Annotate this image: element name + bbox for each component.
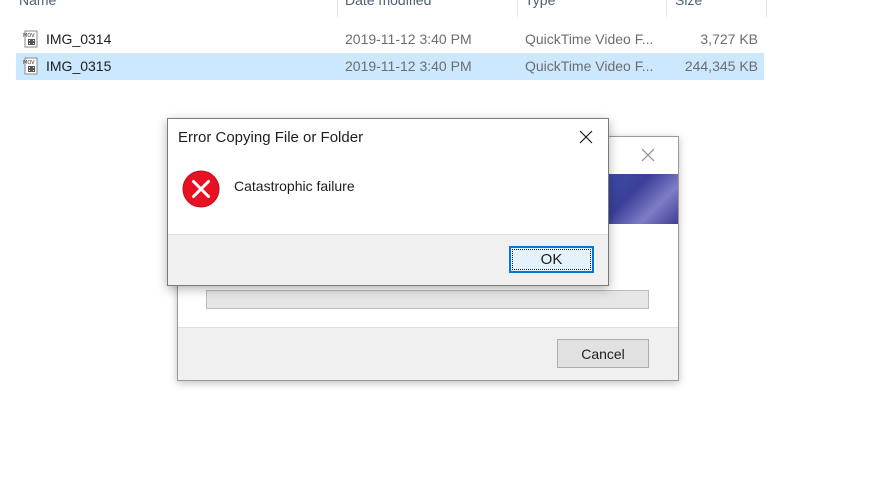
progress-banner xyxy=(600,174,678,224)
error-message: Catastrophic failure xyxy=(234,178,355,194)
column-header-size[interactable]: Size xyxy=(675,0,702,16)
file-name: IMG_0314 xyxy=(46,31,112,47)
copy-progress-bar xyxy=(206,290,649,309)
close-icon[interactable] xyxy=(640,147,656,163)
column-divider[interactable] xyxy=(666,0,667,17)
dialog-footer: OK xyxy=(168,234,608,285)
dialog-title: Error Copying File or Folder xyxy=(178,129,364,146)
column-divider[interactable] xyxy=(337,0,338,17)
dialog-footer: Cancel xyxy=(178,327,678,380)
file-size: 3,727 KB xyxy=(700,31,758,47)
file-date: 2019-11-12 3:40 PM xyxy=(345,58,472,74)
error-icon xyxy=(182,170,220,208)
cancel-button[interactable]: Cancel xyxy=(557,339,649,368)
svg-text:MOV: MOV xyxy=(23,60,35,66)
file-size: 244,345 KB xyxy=(684,58,758,74)
file-type: QuickTime Video F... xyxy=(525,58,654,74)
file-type: QuickTime Video F... xyxy=(525,31,654,47)
column-header-name[interactable]: Name xyxy=(19,0,56,16)
column-divider[interactable] xyxy=(517,0,518,17)
close-icon[interactable] xyxy=(578,129,594,145)
column-header-type[interactable]: Type xyxy=(525,0,555,16)
file-date: 2019-11-12 3:40 PM xyxy=(345,31,472,47)
file-row[interactable]: MOV IMG_0314 2019-11-12 3:40 PM QuickTim… xyxy=(16,26,764,53)
column-header-date-modified[interactable]: Date modified xyxy=(345,0,431,16)
svg-text:MOV: MOV xyxy=(23,33,35,39)
error-dialog: Error Copying File or Folder Catastrophi… xyxy=(167,118,609,286)
mov-file-icon: MOV xyxy=(23,57,38,75)
mov-file-icon: MOV xyxy=(23,30,38,48)
file-name: IMG_0315 xyxy=(46,58,112,74)
column-divider[interactable] xyxy=(766,0,767,17)
file-row-selected[interactable]: MOV IMG_0315 2019-11-12 3:40 PM QuickTim… xyxy=(16,53,764,80)
ok-button[interactable]: OK xyxy=(509,246,594,273)
